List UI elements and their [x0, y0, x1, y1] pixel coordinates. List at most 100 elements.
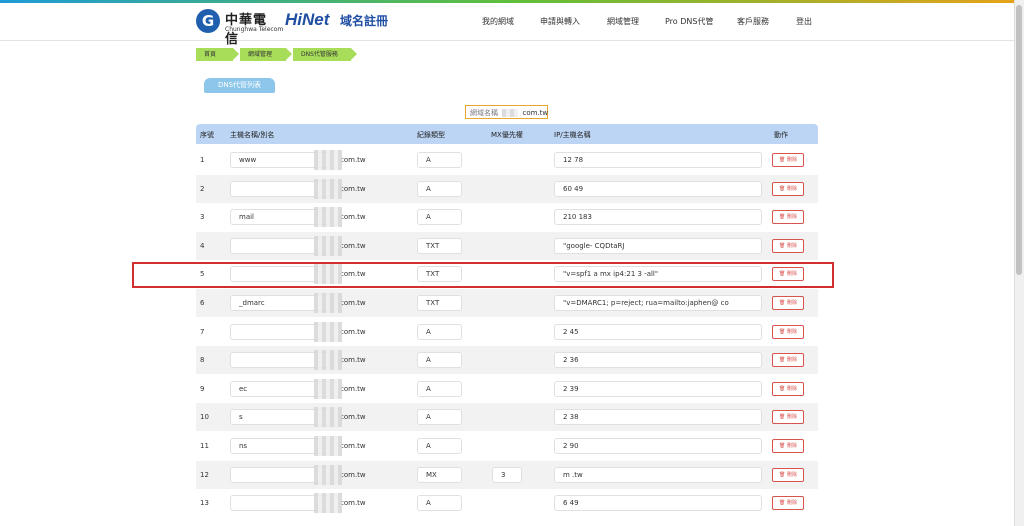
chunghwa-logo[interactable]: G 中華電信 Chunghwa Telecom: [196, 9, 283, 47]
row-number: 7: [200, 327, 205, 336]
domain-name-label: 網域名稱: [470, 109, 498, 117]
redaction-blur: [314, 407, 342, 428]
delete-label: 刪除: [786, 185, 797, 192]
mx-priority-input[interactable]: 3: [492, 466, 522, 483]
nav-apply-transfer[interactable]: 申請與轉入: [540, 16, 580, 27]
col-header-mx: MX優先權: [491, 131, 523, 139]
delete-button[interactable]: 🗑 刪除: [772, 324, 804, 339]
record-type-input[interactable]: A: [417, 380, 462, 397]
ip-hostname-input[interactable]: 60 49: [554, 180, 762, 197]
delete-button[interactable]: 🗑 刪除: [772, 210, 804, 225]
section-title-tab: DNS代管列表: [204, 78, 275, 93]
trash-icon: 🗑: [779, 328, 786, 335]
breadcrumb-home[interactable]: 首頁: [196, 48, 239, 61]
record-type-input[interactable]: TXT: [417, 237, 462, 254]
table-row: 2 com.tw A 60 49 🗑 刪除: [196, 174, 818, 203]
record-type-input[interactable]: A: [417, 209, 462, 226]
delete-button[interactable]: 🗑 刪除: [772, 153, 804, 167]
record-type-input[interactable]: A: [417, 438, 462, 454]
dns-table-header: 序號 主機名稱/別名 紀錄類型 MX優先權 IP/主機名稱 動作: [196, 124, 818, 144]
nav-logout[interactable]: 登出: [796, 16, 812, 27]
delete-label: 刪除: [786, 385, 797, 392]
record-type-input[interactable]: A: [417, 409, 462, 426]
domain-suffix: com.tw: [340, 213, 366, 222]
company-en-name: Chunghwa Telecom: [225, 26, 284, 33]
table-row: 9 ec com.tw A 2 39 🗑 刪除: [196, 375, 818, 403]
redaction-blur: [314, 493, 342, 514]
nav-my-domains[interactable]: 我的網域: [482, 16, 514, 27]
page-scrollbar[interactable]: [1014, 0, 1024, 526]
redaction-blur: [314, 378, 342, 399]
ip-hostname-input[interactable]: 2 45: [554, 323, 762, 340]
record-type-input[interactable]: A: [417, 323, 462, 340]
ip-hostname-input[interactable]: 210 183: [554, 209, 762, 226]
domain-name-suffix: com.tw: [522, 109, 549, 117]
domain-suffix: com.tw: [340, 356, 366, 365]
redaction-blur: [314, 293, 342, 313]
record-type-input[interactable]: A: [417, 152, 462, 168]
record-type-input[interactable]: MX: [417, 466, 462, 483]
nav-customer-service[interactable]: 客戶服務: [737, 16, 769, 27]
ip-hostname-input[interactable]: 6 49: [554, 495, 762, 512]
row-number: 6: [200, 299, 205, 307]
domain-suffix: com.tw: [340, 384, 366, 393]
delete-button[interactable]: 🗑 刪除: [772, 238, 804, 253]
row-number: 4: [200, 241, 205, 250]
ip-hostname-input[interactable]: 2 90: [554, 438, 762, 454]
domain-suffix: com.tw: [340, 156, 366, 164]
record-type-input[interactable]: A: [417, 352, 462, 369]
domain-suffix: com.tw: [340, 470, 366, 479]
delete-button[interactable]: 🗑 刪除: [772, 381, 804, 396]
row-number: 9: [200, 384, 205, 393]
domain-name-box: 網域名稱 com.tw: [465, 105, 548, 119]
delete-label: 刪除: [786, 357, 797, 364]
ip-hostname-input[interactable]: m .tw: [554, 466, 762, 483]
ip-hostname-input[interactable]: "google- CQDtaRJ: [554, 237, 762, 254]
hinet-subtitle: 域名註冊: [340, 14, 389, 28]
col-header-host: 主機名稱/別名: [230, 131, 275, 139]
delete-button[interactable]: 🗑 刪除: [772, 296, 804, 310]
nav-pro-dns[interactable]: Pro DNS代管: [665, 16, 713, 27]
delete-label: 刪除: [786, 157, 797, 163]
table-row: 10 s com.tw A 2 38 🗑 刪除: [196, 403, 818, 432]
delete-button[interactable]: 🗑 刪除: [772, 439, 804, 453]
redaction-blur: [314, 150, 342, 170]
redaction-blur: [314, 464, 342, 485]
delete-label: 刪除: [786, 500, 797, 507]
delete-button[interactable]: 🗑 刪除: [772, 181, 804, 196]
ip-hostname-input[interactable]: 12 78: [554, 152, 762, 168]
ip-hostname-input[interactable]: 2 38: [554, 409, 762, 426]
trash-icon: 🗑: [779, 471, 786, 478]
table-row: 3 mail com.tw A 210 183 🗑 刪除: [196, 203, 818, 231]
record-type-input[interactable]: TXT: [417, 295, 462, 311]
domain-suffix: com.tw: [340, 299, 366, 307]
ip-hostname-input[interactable]: 2 39: [554, 380, 762, 397]
record-type-input[interactable]: A: [417, 180, 462, 197]
trash-icon: 🗑: [779, 242, 786, 249]
breadcrumb-domain-management[interactable]: 網域管理: [240, 48, 292, 61]
ip-hostname-input[interactable]: 2 36: [554, 352, 762, 369]
col-header-no: 序號: [200, 131, 214, 139]
delete-label: 刪除: [786, 443, 797, 449]
row-number: 2: [200, 184, 205, 193]
delete-label: 刪除: [786, 471, 797, 478]
hinet-logo[interactable]: HiNet: [285, 10, 329, 30]
trash-icon: 🗑: [779, 214, 786, 221]
table-row: 11 ns com.tw A 2 90 🗑 刪除: [196, 432, 818, 460]
row-number: 11: [200, 442, 209, 450]
delete-button[interactable]: 🗑 刪除: [772, 496, 804, 511]
delete-label: 刪除: [786, 300, 797, 306]
row-number: 8: [200, 356, 205, 365]
delete-button[interactable]: 🗑 刪除: [772, 353, 804, 368]
delete-button[interactable]: 🗑 刪除: [772, 467, 804, 482]
table-row: 12 com.tw MX 3 m .tw 🗑 刪除: [196, 460, 818, 489]
redaction-blur: [314, 436, 342, 456]
ip-hostname-input[interactable]: "v=DMARC1; p=reject; rua=mailto:japhen@ …: [554, 295, 762, 311]
scrollbar-thumb[interactable]: [1016, 5, 1022, 275]
domain-suffix: com.tw: [340, 184, 366, 193]
record-type-input[interactable]: A: [417, 495, 462, 512]
nav-domain-management[interactable]: 網域管理: [607, 16, 639, 27]
delete-button[interactable]: 🗑 刪除: [772, 410, 804, 425]
table-row: 13 com.tw A 6 49 🗑 刪除: [196, 489, 818, 517]
table-row: 1 www com.tw A 12 78 🗑 刪除: [196, 146, 818, 174]
